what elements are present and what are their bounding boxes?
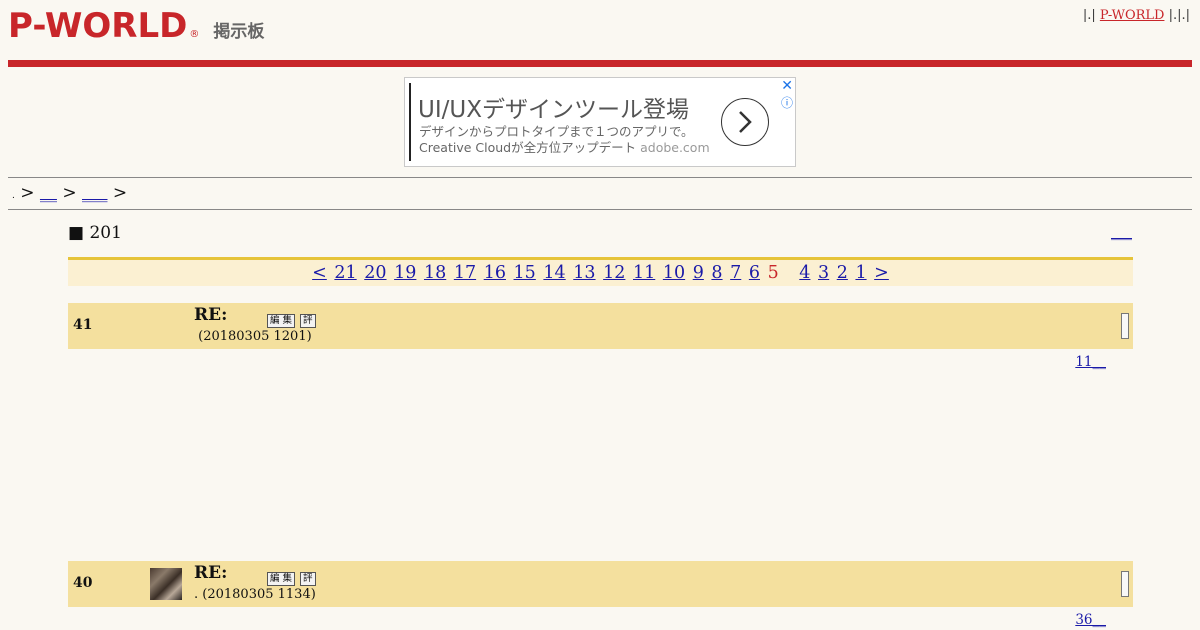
pager-pages-before: 21 20 19 18 17 16 15 14 13 12 11 10 9 8 …	[333, 263, 766, 283]
pager-page-link[interactable]: 12	[603, 263, 625, 283]
breadcrumb-sep: >	[112, 183, 128, 203]
post-scroll-handle[interactable]	[1121, 571, 1129, 597]
thread-title: ■ 201	[68, 223, 122, 243]
pager-page-link[interactable]: 16	[484, 263, 506, 283]
pager-pages-after: 4 3 2 1	[798, 263, 873, 283]
post-count-link[interactable]: 11__	[1075, 354, 1106, 370]
top-links: |.| P-WORLD |.|.|	[1083, 8, 1190, 23]
pager-next-link[interactable]: >	[874, 263, 889, 283]
ad-banner[interactable]: UI/UXデザインツール登場 デザインからプロトタイプまで１つのアプリで。 Cr…	[404, 77, 796, 167]
pager-page-link[interactable]: 21	[334, 263, 356, 283]
breadcrumb-link-1[interactable]: __	[40, 183, 57, 203]
breadcrumb-sep: >	[62, 183, 77, 203]
rate-button[interactable]: 評	[300, 572, 316, 586]
ad-description-2: Creative Cloudが全方位アップデート adobe.com	[419, 137, 710, 156]
top-links-prefix: |.|	[1082, 8, 1096, 23]
pager-page-link[interactable]: 20	[364, 263, 386, 283]
post-count-link[interactable]: 36__	[1075, 612, 1106, 628]
chevron-right-icon	[739, 111, 752, 133]
pager-page-link[interactable]: 14	[543, 263, 565, 283]
pager-page-link[interactable]: 18	[424, 263, 446, 283]
post-row: 41 RE: 編 集 評 (20180305 1201)	[68, 303, 1133, 349]
post-row: 40 RE: 編 集 評 . (20180305 1134)	[68, 561, 1133, 607]
logo-subtitle: 掲示板	[213, 22, 265, 42]
ad-accent-bar	[409, 83, 411, 161]
pager-page-link[interactable]: 2	[837, 263, 848, 283]
pager-page-link[interactable]: 9	[693, 263, 704, 283]
p-world-link[interactable]: P-WORLD	[1100, 8, 1165, 23]
logo[interactable]: P-WORLD ® 掲示板	[8, 6, 264, 46]
pager-page-link[interactable]: 6	[749, 263, 760, 283]
breadcrumb-link-2[interactable]: ___	[82, 183, 108, 203]
edit-button[interactable]: 編 集	[267, 314, 296, 328]
ad-arrow-button[interactable]	[721, 98, 769, 146]
post-buttons: 編 集 評	[267, 314, 316, 328]
ad-domain: adobe.com	[640, 140, 710, 155]
pager-page-link[interactable]: 3	[818, 263, 829, 283]
logo-text: P-WORLD	[8, 6, 188, 46]
post-number: 41	[73, 317, 93, 333]
ad-title[interactable]: UI/UXデザインツール登場	[418, 90, 689, 124]
info-icon[interactable]: ⓘ	[781, 94, 793, 111]
post-subject[interactable]: RE:	[194, 305, 227, 325]
post-meta: . (20180305 1134)	[194, 587, 316, 602]
post-scroll-handle[interactable]	[1121, 313, 1129, 339]
header-divider	[8, 60, 1192, 67]
post-number: 40	[73, 575, 93, 591]
breadcrumb-sep: >	[20, 183, 35, 203]
pager-page-link[interactable]: 4	[799, 263, 810, 283]
pager-page-link[interactable]: 19	[394, 263, 416, 283]
thread-link[interactable]: ___	[1111, 225, 1132, 241]
pager-page-link[interactable]: 13	[573, 263, 595, 283]
post-buttons: 編 集 評	[267, 572, 316, 586]
pager-page-link[interactable]: 17	[454, 263, 476, 283]
pagination: < 21 20 19 18 17 16 15 14 13 12 11 10 9 …	[68, 257, 1133, 286]
post-subject[interactable]: RE:	[194, 563, 227, 583]
pager-current-page: 5	[767, 263, 779, 283]
pager-page-link[interactable]: 10	[663, 263, 685, 283]
breadcrumb-home: .	[12, 191, 15, 201]
edit-button[interactable]: 編 集	[267, 572, 296, 586]
post-meta: (20180305 1201)	[194, 329, 312, 344]
registered-mark: ®	[189, 29, 200, 40]
pager-prev-link[interactable]: <	[312, 263, 327, 283]
breadcrumb-top-rule	[8, 177, 1192, 178]
close-icon[interactable]: ✕	[781, 78, 793, 94]
pager-page-link[interactable]: 8	[711, 263, 722, 283]
breadcrumb-bottom-rule	[8, 209, 1192, 210]
pager-page-link[interactable]: 11	[633, 263, 655, 283]
pager-page-link[interactable]: 15	[514, 263, 536, 283]
avatar[interactable]	[150, 568, 182, 600]
pager-page-link[interactable]: 1	[855, 263, 866, 283]
rate-button[interactable]: 評	[300, 314, 316, 328]
pager-page-link[interactable]: 7	[730, 263, 741, 283]
ad-description-text: Creative Cloudが全方位アップデート	[419, 140, 637, 155]
breadcrumb: . > __ > ___ >	[12, 183, 127, 203]
top-links-suffix: |.|.|	[1168, 8, 1190, 23]
